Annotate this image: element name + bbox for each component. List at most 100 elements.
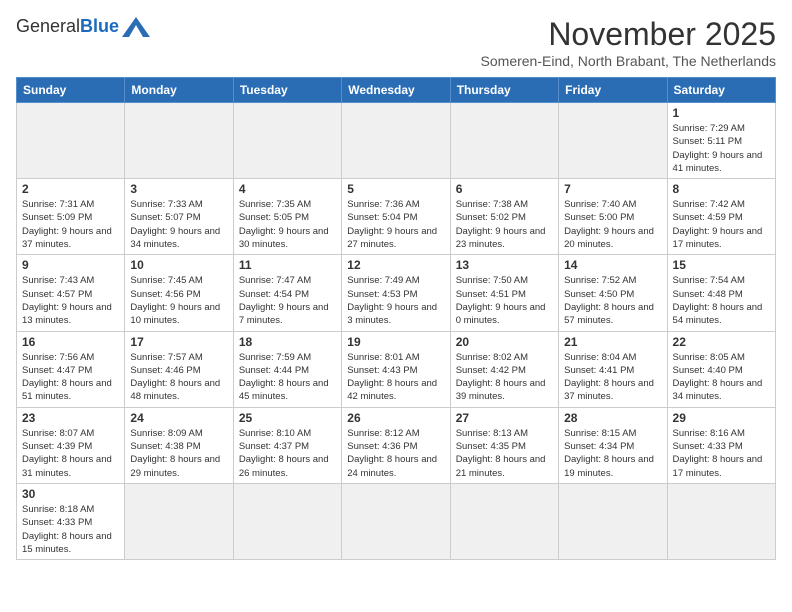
day-number: 29 <box>673 411 770 425</box>
calendar-day-cell: 24Sunrise: 8:09 AMSunset: 4:38 PMDayligh… <box>125 407 233 483</box>
calendar-day-cell <box>17 103 125 179</box>
calendar-day-cell: 8 Sunrise: 7:42 AMSunset: 4:59 PMDaylight… <box>667 179 775 255</box>
calendar-day-cell: 10Sunrise: 7:45 AMSunset: 4:56 PMDayligh… <box>125 255 233 331</box>
day-number: 6 <box>456 182 553 196</box>
calendar-day-cell <box>342 103 450 179</box>
day-info: Sunrise: 8:12 AMSunset: 4:36 PMDaylight:… <box>347 427 444 480</box>
calendar-day-cell: 12Sunrise: 7:49 AMSunset: 4:53 PMDayligh… <box>342 255 450 331</box>
day-info: Sunrise: 8:15 AMSunset: 4:34 PMDaylight:… <box>564 427 661 480</box>
calendar-day-cell: 4Sunrise: 7:35 AMSunset: 5:05 PMDaylight… <box>233 179 341 255</box>
weekday-header-row: SundayMondayTuesdayWednesdayThursdayFrid… <box>17 78 776 103</box>
day-number: 5 <box>347 182 444 196</box>
calendar-day-cell <box>559 103 667 179</box>
calendar-day-cell: 26 Sunrise: 8:12 AMSunset: 4:36 PMDayligh… <box>342 407 450 483</box>
day-info: Sunrise: 7:49 AMSunset: 4:53 PMDaylight:… <box>347 274 444 327</box>
day-info: Sunrise: 7:45 AMSunset: 4:56 PMDaylight:… <box>130 274 227 327</box>
calendar-day-cell: 9 Sunrise: 7:43 AMSunset: 4:57 PMDaylight… <box>17 255 125 331</box>
logo-icon <box>122 17 150 37</box>
day-number: 26 <box>347 411 444 425</box>
day-info: Sunrise: 8:13 AMSunset: 4:35 PMDaylight:… <box>456 427 553 480</box>
calendar-day-cell <box>559 483 667 559</box>
day-number: 19 <box>347 335 444 349</box>
calendar-day-cell: 13 Sunrise: 7:50 AMSunset: 4:51 PMDayligh… <box>450 255 558 331</box>
day-number: 21 <box>564 335 661 349</box>
day-number: 28 <box>564 411 661 425</box>
day-number: 9 <box>22 258 119 272</box>
title-area: November 2025 Someren-Eind, North Braban… <box>481 16 776 69</box>
weekday-header-tuesday: Tuesday <box>233 78 341 103</box>
calendar-day-cell <box>450 483 558 559</box>
calendar-day-cell: 7Sunrise: 7:40 AMSunset: 5:00 PMDaylight… <box>559 179 667 255</box>
logo: General Blue <box>16 16 150 37</box>
calendar-day-cell: 23Sunrise: 8:07 AMSunset: 4:39 PMDayligh… <box>17 407 125 483</box>
day-info: Sunrise: 8:05 AMSunset: 4:40 PMDaylight:… <box>673 351 770 404</box>
day-info: Sunrise: 7:57 AMSunset: 4:46 PMDaylight:… <box>130 351 227 404</box>
day-number: 16 <box>22 335 119 349</box>
day-number: 22 <box>673 335 770 349</box>
day-info: Sunrise: 7:43 AMSunset: 4:57 PMDaylight:… <box>22 274 119 327</box>
day-info: Sunrise: 7:31 AMSunset: 5:09 PMDaylight:… <box>22 198 119 251</box>
day-number: 25 <box>239 411 336 425</box>
calendar-day-cell <box>233 103 341 179</box>
calendar-week-row: 2 Sunrise: 7:31 AMSunset: 5:09 PMDaylight… <box>17 179 776 255</box>
calendar-day-cell: 16Sunrise: 7:56 AMSunset: 4:47 PMDayligh… <box>17 331 125 407</box>
calendar-day-cell: 5Sunrise: 7:36 AMSunset: 5:04 PMDaylight… <box>342 179 450 255</box>
day-number: 24 <box>130 411 227 425</box>
calendar-table: SundayMondayTuesdayWednesdayThursdayFrid… <box>16 77 776 560</box>
calendar-day-cell: 25 Sunrise: 8:10 AMSunset: 4:37 PMDayligh… <box>233 407 341 483</box>
day-number: 11 <box>239 258 336 272</box>
day-info: Sunrise: 7:35 AMSunset: 5:05 PMDaylight:… <box>239 198 336 251</box>
calendar-week-row: 23Sunrise: 8:07 AMSunset: 4:39 PMDayligh… <box>17 407 776 483</box>
day-info: Sunrise: 8:10 AMSunset: 4:37 PMDaylight:… <box>239 427 336 480</box>
day-info: Sunrise: 7:29 AMSunset: 5:11 PMDaylight:… <box>673 122 770 175</box>
weekday-header-sunday: Sunday <box>17 78 125 103</box>
weekday-header-saturday: Saturday <box>667 78 775 103</box>
calendar-day-cell <box>667 483 775 559</box>
logo-blue-text: Blue <box>80 16 119 37</box>
calendar-day-cell <box>450 103 558 179</box>
weekday-header-wednesday: Wednesday <box>342 78 450 103</box>
calendar-day-cell: 28 Sunrise: 8:15 AMSunset: 4:34 PMDayligh… <box>559 407 667 483</box>
day-number: 30 <box>22 487 119 501</box>
weekday-header-monday: Monday <box>125 78 233 103</box>
day-number: 27 <box>456 411 553 425</box>
month-title: November 2025 <box>481 16 776 53</box>
day-number: 18 <box>239 335 336 349</box>
calendar-day-cell: 30 Sunrise: 8:18 AMSunset: 4:33 PMDayligh… <box>17 483 125 559</box>
day-info: Sunrise: 7:33 AMSunset: 5:07 PMDaylight:… <box>130 198 227 251</box>
day-info: Sunrise: 7:54 AMSunset: 4:48 PMDaylight:… <box>673 274 770 327</box>
calendar-day-cell <box>342 483 450 559</box>
day-info: Sunrise: 8:16 AMSunset: 4:33 PMDaylight:… <box>673 427 770 480</box>
location-title: Someren-Eind, North Brabant, The Netherl… <box>481 53 776 69</box>
calendar-week-row: 16Sunrise: 7:56 AMSunset: 4:47 PMDayligh… <box>17 331 776 407</box>
calendar-week-row: 9 Sunrise: 7:43 AMSunset: 4:57 PMDaylight… <box>17 255 776 331</box>
calendar-day-cell: 21 Sunrise: 8:04 AMSunset: 4:41 PMDayligh… <box>559 331 667 407</box>
page-header: General Blue November 2025 Someren-Eind,… <box>16 16 776 69</box>
day-number: 13 <box>456 258 553 272</box>
day-info: Sunrise: 7:47 AMSunset: 4:54 PMDaylight:… <box>239 274 336 327</box>
calendar-day-cell: 1 Sunrise: 7:29 AMSunset: 5:11 PMDaylight… <box>667 103 775 179</box>
day-info: Sunrise: 8:07 AMSunset: 4:39 PMDaylight:… <box>22 427 119 480</box>
calendar-day-cell: 18Sunrise: 7:59 AMSunset: 4:44 PMDayligh… <box>233 331 341 407</box>
calendar-week-row: 30 Sunrise: 8:18 AMSunset: 4:33 PMDayligh… <box>17 483 776 559</box>
weekday-header-friday: Friday <box>559 78 667 103</box>
weekday-header-thursday: Thursday <box>450 78 558 103</box>
calendar-day-cell: 27 Sunrise: 8:13 AMSunset: 4:35 PMDayligh… <box>450 407 558 483</box>
day-info: Sunrise: 8:04 AMSunset: 4:41 PMDaylight:… <box>564 351 661 404</box>
day-number: 8 <box>673 182 770 196</box>
calendar-day-cell: 22 Sunrise: 8:05 AMSunset: 4:40 PMDayligh… <box>667 331 775 407</box>
day-number: 7 <box>564 182 661 196</box>
day-info: Sunrise: 7:42 AMSunset: 4:59 PMDaylight:… <box>673 198 770 251</box>
calendar-day-cell: 6 Sunrise: 7:38 AMSunset: 5:02 PMDaylight… <box>450 179 558 255</box>
calendar-day-cell: 15Sunrise: 7:54 AMSunset: 4:48 PMDayligh… <box>667 255 775 331</box>
calendar-day-cell: 19 Sunrise: 8:01 AMSunset: 4:43 PMDayligh… <box>342 331 450 407</box>
day-number: 2 <box>22 182 119 196</box>
calendar-day-cell: 20Sunrise: 8:02 AMSunset: 4:42 PMDayligh… <box>450 331 558 407</box>
day-number: 1 <box>673 106 770 120</box>
day-info: Sunrise: 8:18 AMSunset: 4:33 PMDaylight:… <box>22 503 119 556</box>
day-info: Sunrise: 8:01 AMSunset: 4:43 PMDaylight:… <box>347 351 444 404</box>
calendar-week-row: 1 Sunrise: 7:29 AMSunset: 5:11 PMDaylight… <box>17 103 776 179</box>
day-info: Sunrise: 7:38 AMSunset: 5:02 PMDaylight:… <box>456 198 553 251</box>
day-info: Sunrise: 8:02 AMSunset: 4:42 PMDaylight:… <box>456 351 553 404</box>
day-info: Sunrise: 7:50 AMSunset: 4:51 PMDaylight:… <box>456 274 553 327</box>
